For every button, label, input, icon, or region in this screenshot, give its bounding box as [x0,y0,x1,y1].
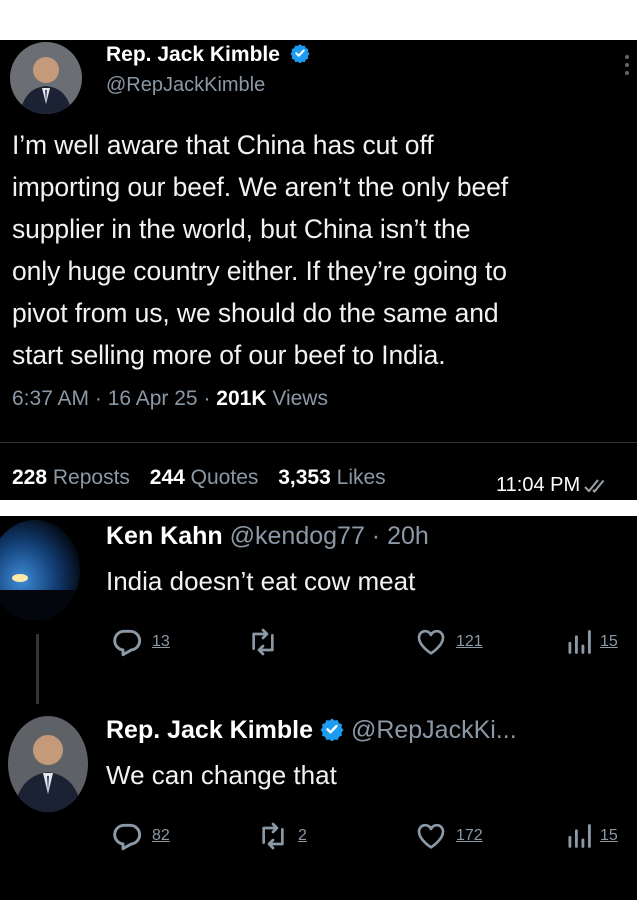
reply-handle-time[interactable]: @RepJackKi... [351,716,517,744]
views-label: Views [266,387,328,410]
views-count: 201K [216,387,267,410]
quotes-stat[interactable]: 244 Quotes [150,466,259,489]
reply-count: 82 [152,827,170,844]
replies-section: Ken Kahn @kendog77 · 20h India doesn’t e… [0,516,637,900]
tweet-text-line: I’m well aware that China has cut off [12,130,434,160]
views-button[interactable]: 15 [566,626,618,658]
repost-button[interactable]: 2 [256,820,307,852]
repost-icon [262,822,284,850]
views-count: 15 [600,633,618,650]
author-avatar[interactable] [10,42,82,114]
tweet-text-line: supplier in the world, but China isn’t t… [12,214,471,244]
engagement-stats: 228 Reposts 244 Quotes 3,353 Likes [12,466,386,490]
reply-button[interactable]: 82 [110,820,170,852]
read-receipt-icon [584,478,605,493]
reply-text: India doesn’t eat cow meat [106,566,416,596]
tweet-text-line: only huge country either. If they’re goi… [12,256,507,286]
repost-icon [252,628,274,656]
reply-avatar[interactable] [8,716,88,812]
reply-icon [113,629,142,657]
verified-badge-icon [320,718,344,742]
tweet-timestamp[interactable]: 6:37 AM · 16 Apr 25 · 201K Views [12,387,328,411]
views-icon [568,630,591,654]
tweet-text-line: start selling more of our beef to India. [12,340,446,370]
reposts-label: Reposts [52,466,130,489]
reply-avatar[interactable] [0,520,80,620]
like-button[interactable]: 172 [414,820,483,852]
like-icon [417,629,445,655]
tweet-text-line: importing our beef. We aren’t the only b… [12,172,509,202]
likes-count: 3,353 [278,466,331,489]
likes-stat[interactable]: 3,353 Likes [278,466,385,489]
likes-label: Likes [336,466,386,489]
reply-count: 13 [152,633,170,650]
like-count: 121 [456,633,483,650]
views-button[interactable]: 15 [566,820,618,852]
thread-line [36,634,39,704]
more-icon[interactable] [624,54,630,76]
like-button[interactable]: 121 [414,626,483,658]
screenshot-time-text: 11:04 PM [496,474,581,496]
timestamp-text: 6:37 AM · 16 Apr 25 · [12,387,217,410]
quotes-label: Quotes [190,466,259,489]
reply-button[interactable]: 13 [110,626,170,658]
tweet-text: I’m well aware that China has cut off im… [12,124,508,376]
screenshot-time: 11:04 PM [496,474,608,497]
engagement-divider [0,442,637,443]
reply-author-name[interactable]: Ken Kahn [106,522,223,550]
reply-author-name[interactable]: Rep. Jack Kimble [106,716,313,744]
verified-badge-icon [290,44,310,64]
author-name[interactable]: Rep. Jack Kimble [106,43,280,66]
views-count: 15 [600,827,618,844]
like-count: 172 [456,827,483,844]
views-icon [568,824,591,848]
author-handle[interactable]: @RepJackKimble [106,74,265,97]
reposts-stat[interactable]: 228 Reposts [12,466,130,489]
reply-icon [113,823,142,851]
quotes-count: 244 [149,466,185,489]
original-tweet-card: Rep. Jack Kimble @RepJackKimble I’m well… [0,40,637,500]
reply-handle-time[interactable]: @kendog77 · 20h [230,522,429,550]
reply-text: We can change that [106,760,337,790]
repost-count: 2 [298,827,307,844]
tweet-text-line: pivot from us, we should do the same and [12,298,499,328]
like-icon [417,823,445,849]
repost-button[interactable] [246,626,288,658]
reposts-count: 228 [12,466,48,489]
